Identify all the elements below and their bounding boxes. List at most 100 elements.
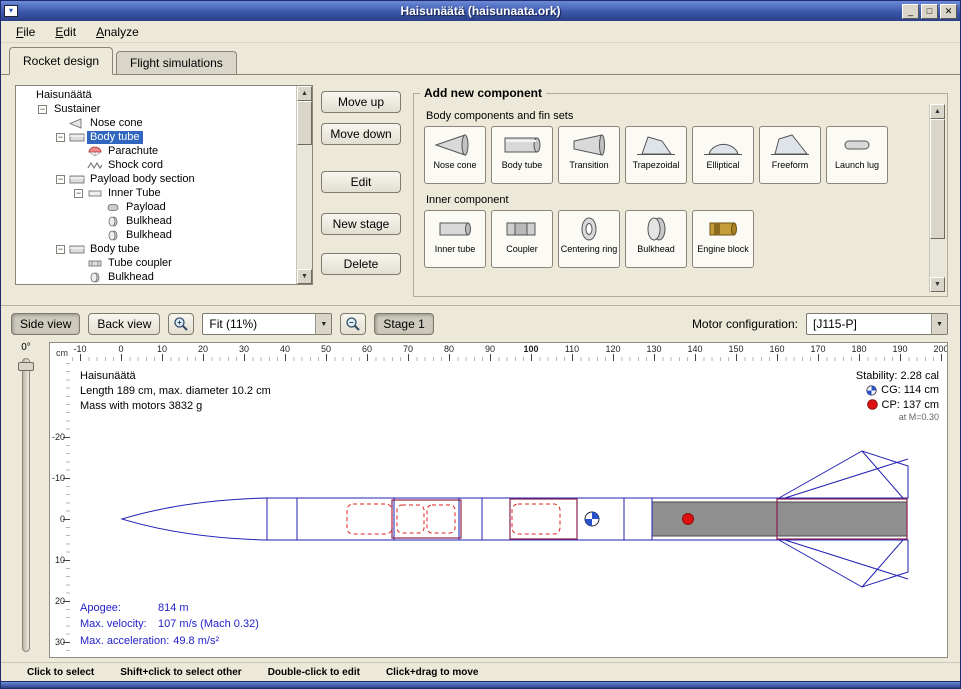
tab-rocket-design[interactable]: Rocket design — [9, 47, 113, 75]
h-ruler-label: 90 — [485, 344, 495, 354]
window-resize-edge[interactable] — [1, 681, 960, 688]
window-menu-icon[interactable]: ▾ — [4, 5, 18, 17]
zoom-select[interactable]: Fit (11%) ▼ — [202, 313, 332, 335]
fin-shape-top[interactable] — [779, 451, 908, 498]
tree-scrollbar-track[interactable] — [297, 101, 312, 269]
rotation-slider-thumb[interactable] — [18, 362, 34, 371]
add-coupler-button[interactable]: Coupler — [491, 210, 553, 268]
tree-item-bulkhead[interactable]: Bulkhead — [16, 270, 296, 284]
collapse-icon[interactable]: − — [74, 189, 83, 198]
tree-scrollbar[interactable]: ▲ ▼ — [296, 86, 312, 284]
back-view-button[interactable]: Back view — [88, 313, 160, 335]
collapse-icon[interactable]: − — [56, 175, 65, 184]
add-freeform-button[interactable]: Freeform — [759, 126, 821, 184]
side-view-button[interactable]: Side view — [11, 313, 80, 335]
scroll-down-icon[interactable]: ▼ — [297, 269, 312, 284]
add-panel-scrollbar[interactable]: ▲ ▼ — [929, 104, 945, 292]
stage-1-toggle[interactable]: Stage 1 — [374, 313, 433, 335]
tree-item-payload[interactable]: Payload — [16, 200, 296, 214]
rocket-info: Haisunäätä Length 189 cm, max. diameter … — [80, 369, 271, 414]
figure-main: 0° cm -100102030405060708090100110120130… — [1, 342, 960, 662]
nose-cone-icon — [433, 130, 477, 160]
tree-item-tube-coupler[interactable]: Tube coupler — [16, 256, 296, 270]
zoom-in-button[interactable] — [168, 313, 194, 335]
rotation-control: 0° — [3, 342, 49, 658]
h-ruler-label: 120 — [605, 344, 620, 354]
tree-item-haisunaata[interactable]: Haisunäätä — [16, 88, 296, 102]
cp-marker — [683, 514, 694, 525]
new-stage-button[interactable]: New stage — [321, 213, 401, 235]
fin-shape-bottom[interactable] — [779, 540, 908, 587]
h-ruler-label: 20 — [198, 344, 208, 354]
add-trapezoidal-button[interactable]: Trapezoidal — [625, 126, 687, 184]
add-panel-scrollbar-thumb[interactable] — [930, 119, 945, 239]
tree-item-shock-cord[interactable]: Shock cord — [16, 158, 296, 172]
add-inner-tube-button[interactable]: Inner tube — [424, 210, 486, 268]
tree-item-label: Nose cone — [87, 117, 146, 130]
tree-item-parachute[interactable]: Parachute — [16, 144, 296, 158]
parachute-icon — [87, 146, 105, 157]
tree-item-bulkhead[interactable]: Bulkhead — [16, 214, 296, 228]
hint-click-drag: Click+drag to move — [386, 667, 479, 678]
payload-icon — [105, 202, 123, 213]
add-bulkhead-button[interactable]: Bulkhead — [625, 210, 687, 268]
chevron-down-icon[interactable]: ▼ — [315, 314, 331, 334]
chevron-down-icon[interactable]: ▼ — [931, 314, 947, 334]
statusbar: Click to select Shift+click to select ot… — [1, 662, 960, 681]
rotation-slider[interactable] — [22, 358, 30, 652]
apogee-label: Apogee: — [80, 600, 158, 617]
scroll-up-icon[interactable]: ▲ — [297, 86, 312, 101]
menu-file[interactable]: File — [7, 23, 44, 41]
scroll-up-icon[interactable]: ▲ — [930, 104, 945, 119]
add-panel-scrollbar-track[interactable] — [930, 119, 945, 277]
tree-item-body-tube[interactable]: − Body tube — [16, 130, 296, 144]
menu-analyze[interactable]: Analyze — [87, 23, 148, 41]
tree-item-bulkhead[interactable]: Bulkhead — [16, 228, 296, 242]
tab-flight-simulations[interactable]: Flight simulations — [116, 51, 237, 74]
collapse-icon[interactable]: − — [38, 105, 47, 114]
tree-scrollbar-thumb[interactable] — [297, 101, 312, 145]
tree-item-inner-tube[interactable]: −Inner Tube — [16, 186, 296, 200]
collapse-icon[interactable]: − — [56, 245, 65, 254]
hint-double-click: Double-click to edit — [268, 667, 360, 678]
tree-item-label: Body tube — [87, 131, 143, 144]
add-centering-ring-button[interactable]: Centering ring — [558, 210, 620, 268]
h-ruler-label: 80 — [444, 344, 454, 354]
edit-button[interactable]: Edit — [321, 171, 401, 193]
nose-cone-icon — [69, 118, 87, 129]
rocket-figure-area[interactable]: cm -100102030405060708090100110120130140… — [49, 342, 948, 658]
vertical-ruler: -20-100102030 — [50, 361, 70, 657]
nose-cone-shape[interactable] — [122, 498, 267, 540]
h-ruler-label: 170 — [810, 344, 825, 354]
menu-edit[interactable]: Edit — [46, 23, 85, 41]
scroll-down-icon[interactable]: ▼ — [930, 277, 945, 292]
delete-button[interactable]: Delete — [321, 253, 401, 275]
add-engine-block-button[interactable]: Engine block — [692, 210, 754, 268]
tree-item-payload-body-section[interactable]: −Payload body section — [16, 172, 296, 186]
tree-item-sustainer[interactable]: −Sustainer — [16, 102, 296, 116]
tree-item-label: Bulkhead — [123, 215, 175, 228]
engine-block-icon — [701, 214, 745, 244]
motor-configuration-select[interactable]: [J115-P] ▼ — [806, 313, 948, 335]
add-body-tube-button[interactable]: Body tube — [491, 126, 553, 184]
h-ruler-label: 130 — [646, 344, 661, 354]
add-transition-button[interactable]: Transition — [558, 126, 620, 184]
close-button[interactable]: ✕ — [940, 4, 957, 19]
body-components-row: Nose coneBody tubeTransitionTrapezoidalE… — [424, 126, 921, 184]
figure-canvas[interactable]: Haisunäätä Length 189 cm, max. diameter … — [70, 361, 947, 657]
zoom-out-button[interactable] — [340, 313, 366, 335]
tree-item-body-tube[interactable]: −Body tube — [16, 242, 296, 256]
move-down-button[interactable]: Move down — [321, 123, 401, 145]
tree-item-nose-cone[interactable]: Nose cone — [16, 116, 296, 130]
collapse-icon[interactable]: − — [56, 133, 65, 142]
add-launch-lug-button[interactable]: Launch lug — [826, 126, 888, 184]
add-elliptical-button[interactable]: Elliptical — [692, 126, 754, 184]
h-ruler-label: 100 — [523, 344, 538, 354]
h-ruler-label: 60 — [362, 344, 372, 354]
minimize-button[interactable]: _ — [902, 4, 919, 19]
move-up-button[interactable]: Move up — [321, 91, 401, 113]
maximize-button[interactable]: □ — [921, 4, 938, 19]
add-nose-cone-button[interactable]: Nose cone — [424, 126, 486, 184]
ruler-unit: cm — [50, 343, 70, 361]
motor-configuration-label: Motor configuration: — [692, 317, 798, 331]
